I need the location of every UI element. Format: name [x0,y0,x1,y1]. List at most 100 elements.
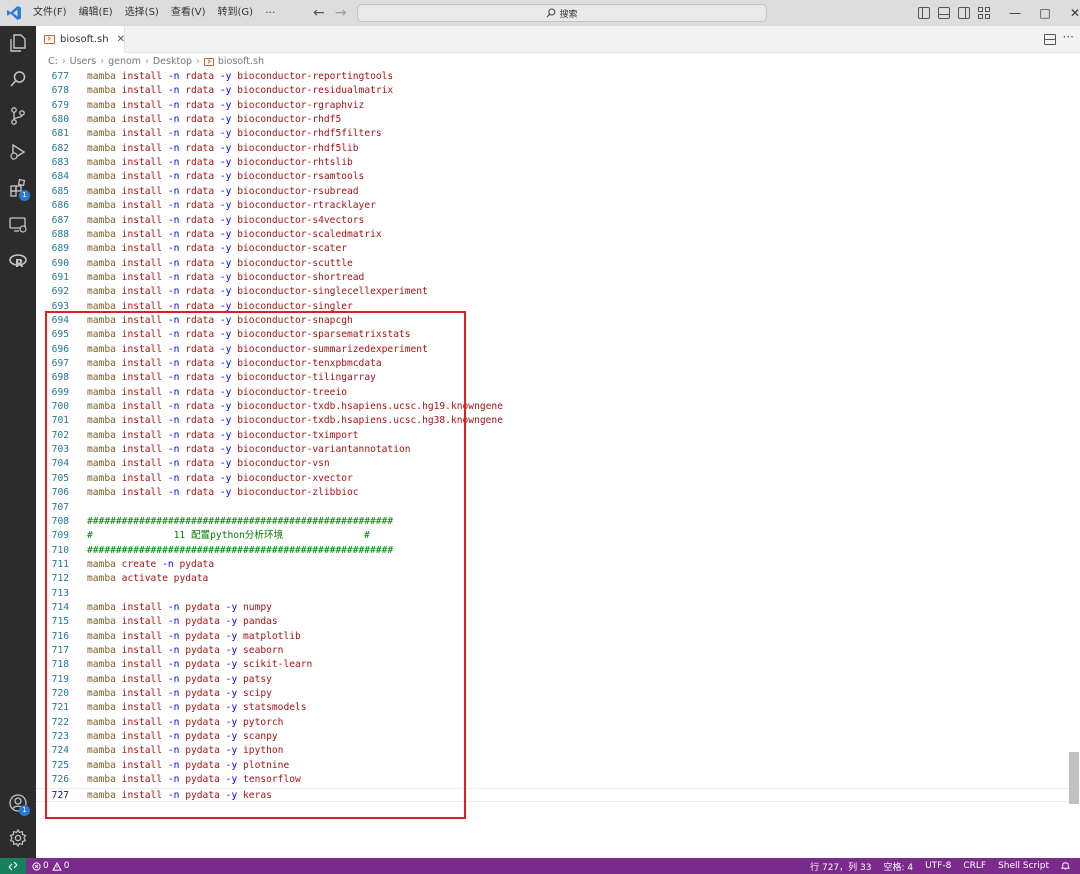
code-line[interactable]: 682 mamba install -n rdata -y bioconducto… [36,142,1080,156]
code-line[interactable]: 719 mamba install -n pydata -y patsy [36,673,1080,687]
code-token: bioconductor-rhdf5 [237,114,342,126]
code-line[interactable]: 720 mamba install -n pydata -y scipy [36,687,1080,701]
toggle-primary-sidebar-icon[interactable] [918,7,930,19]
code-line[interactable]: 706 mamba install -n rdata -y bioconducto… [36,486,1080,500]
cursor-position[interactable]: 行 727，列 33 [810,860,871,873]
tab-close-icon[interactable]: ✕ [117,34,125,45]
code-line[interactable]: 702 mamba install -n rdata -y bioconducto… [36,429,1080,443]
code-token: bioconductor-rhdf5filters [237,128,382,140]
breadcrumb-drive[interactable]: C: [48,56,58,67]
remote-indicator[interactable] [0,858,26,874]
toggle-secondary-sidebar-icon[interactable] [958,7,970,19]
customize-layout-icon[interactable] [978,7,990,19]
code-token: -y [219,257,232,269]
toggle-panel-icon[interactable] [938,7,950,19]
code-line[interactable]: 691 mamba install -n rdata -y bioconducto… [36,271,1080,285]
tab-biosoft-sh[interactable]: biosoft.sh ✕ [36,26,125,53]
code-line[interactable]: 701 mamba install -n rdata -y bioconducto… [36,414,1080,428]
code-line[interactable]: 698 mamba install -n rdata -y bioconducto… [36,371,1080,385]
remote-explorer-icon[interactable] [8,215,28,235]
code-line[interactable]: 721 mamba install -n pydata -y statsmodel… [36,701,1080,715]
code-line[interactable]: 704 mamba install -n rdata -y bioconducto… [36,457,1080,471]
run-debug-icon[interactable] [8,142,28,162]
code-line[interactable]: 722 mamba install -n pydata -y pytorch [36,716,1080,730]
breadcrumb-desktop[interactable]: Desktop [153,56,192,67]
code-line[interactable]: 694 mamba install -n rdata -y bioconducto… [36,314,1080,328]
code-line[interactable]: 707 [36,501,1080,515]
code-line[interactable]: 680 mamba install -n rdata -y bioconducto… [36,113,1080,127]
explorer-icon[interactable] [8,33,28,53]
code-line[interactable]: 683 mamba install -n rdata -y bioconducto… [36,156,1080,170]
code-line[interactable]: 710 #####################################… [36,544,1080,558]
breadcrumb-users[interactable]: Users [70,56,97,67]
code-line[interactable]: 686 mamba install -n rdata -y bioconducto… [36,199,1080,213]
encoding[interactable]: UTF-8 [925,861,951,871]
code-line[interactable]: 709 # 11 配置python分析环境 # [36,529,1080,543]
code-token: install [121,128,163,140]
notifications-bell-icon[interactable] [1060,860,1071,873]
minimize-button[interactable]: — [1000,6,1030,20]
accounts-button[interactable]: 1 [8,793,30,816]
menu-view[interactable]: 查看(V) [171,0,206,26]
code-line[interactable]: 679 mamba install -n rdata -y bioconducto… [36,99,1080,113]
code-line[interactable]: 684 mamba install -n rdata -y bioconducto… [36,170,1080,184]
settings-gear-icon[interactable] [8,828,28,848]
menu-edit[interactable]: 编辑(E) [79,0,113,26]
command-center-search[interactable]: 搜索 [357,4,767,22]
code-line[interactable]: 723 mamba install -n pydata -y scanpy [36,730,1080,744]
code-line[interactable]: 699 mamba install -n rdata -y bioconducto… [36,386,1080,400]
problems-indicator[interactable]: 0 0 [32,861,69,871]
more-actions-icon[interactable]: ··· [1063,30,1074,44]
code-line[interactable]: 697 mamba install -n rdata -y bioconducto… [36,357,1080,371]
code-line[interactable]: 727 mamba install -n pydata -y keras [36,787,1080,802]
code-line[interactable]: 726 mamba install -n pydata -y tensorflow [36,773,1080,787]
code-line[interactable]: 714 mamba install -n pydata -y numpy [36,601,1080,615]
code-line[interactable]: 715 mamba install -n pydata -y pandas [36,615,1080,629]
code-line[interactable]: 708 #####################################… [36,515,1080,529]
breadcrumb-file[interactable]: biosoft.sh [218,56,264,67]
code-line[interactable]: 688 mamba install -n rdata -y bioconducto… [36,228,1080,242]
language-mode[interactable]: Shell Script [998,861,1049,871]
code-line[interactable]: 718 mamba install -n pydata -y scikit-lea… [36,658,1080,672]
code-line[interactable]: 724 mamba install -n pydata -y ipython [36,744,1080,758]
forward-arrow-icon[interactable]: → [335,5,347,21]
source-control-icon[interactable] [8,106,28,126]
back-arrow-icon[interactable]: ← [313,5,325,21]
end-of-line[interactable]: CRLF [963,861,986,871]
maximize-button[interactable]: □ [1030,6,1060,20]
close-window-button[interactable]: ✕ [1060,6,1080,20]
menu-file[interactable]: 文件(F) [33,0,67,26]
menu-more-button[interactable]: ··· [265,0,276,26]
code-line[interactable]: 695 mamba install -n rdata -y bioconducto… [36,328,1080,342]
editor-scrollbar[interactable] [1068,70,1080,858]
code-line[interactable]: 678 mamba install -n rdata -y bioconducto… [36,84,1080,98]
code-line[interactable]: 713 [36,587,1080,601]
code-line[interactable]: 681 mamba install -n rdata -y bioconducto… [36,127,1080,141]
code-line[interactable]: 692 mamba install -n rdata -y bioconducto… [36,285,1080,299]
code-line[interactable]: 689 mamba install -n rdata -y bioconducto… [36,242,1080,256]
code-line[interactable]: 717 mamba install -n pydata -y seaborn [36,644,1080,658]
r-language-icon[interactable]: R [8,251,28,271]
code-line[interactable]: 711 mamba create -n pydata [36,558,1080,572]
extensions-button[interactable]: 1 [8,178,30,201]
code-line[interactable]: 725 mamba install -n pydata -y plotnine [36,759,1080,773]
indentation[interactable]: 空格: 4 [883,860,913,873]
breadcrumb-user[interactable]: genom [108,56,141,67]
code-line[interactable]: 696 mamba install -n rdata -y bioconducto… [36,343,1080,357]
code-line[interactable]: 690 mamba install -n rdata -y bioconducto… [36,257,1080,271]
menu-selection[interactable]: 选择(S) [125,0,159,26]
code-line[interactable]: 712 mamba activate pydata [36,572,1080,586]
code-line[interactable]: 703 mamba install -n rdata -y bioconducto… [36,443,1080,457]
menu-go[interactable]: 转到(G) [218,0,254,26]
search-icon[interactable] [8,69,28,89]
split-editor-icon[interactable] [1044,34,1056,45]
code-line[interactable]: 693 mamba install -n rdata -y bioconducto… [36,300,1080,314]
code-line[interactable]: 677 mamba install -n rdata -y bioconducto… [36,70,1080,84]
code-line[interactable]: 687 mamba install -n rdata -y bioconducto… [36,214,1080,228]
code-line[interactable]: 705 mamba install -n rdata -y bioconducto… [36,472,1080,486]
code-line[interactable]: 685 mamba install -n rdata -y bioconducto… [36,185,1080,199]
code-line[interactable]: 700 mamba install -n rdata -y bioconducto… [36,400,1080,414]
code-editor[interactable]: 677 mamba install -n rdata -y bioconducto… [36,70,1080,858]
code-line[interactable]: 716 mamba install -n pydata -y matplotlib [36,630,1080,644]
scrollbar-thumb[interactable] [1069,752,1079,804]
